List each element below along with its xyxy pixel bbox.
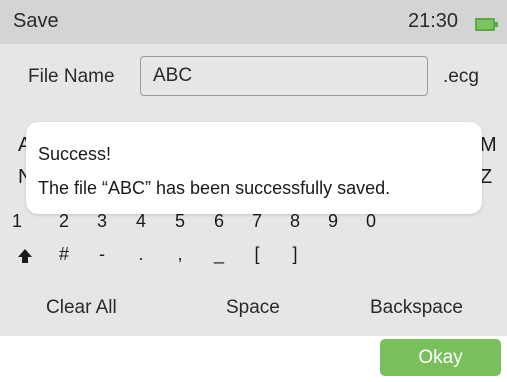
okay-button[interactable]: Okay <box>380 339 501 376</box>
status-bar: Save 21:30 <box>0 0 507 44</box>
key-0[interactable]: 0 <box>359 211 383 232</box>
save-screen: Save 21:30 File Name ABC .ecg A N M Z 1 … <box>0 0 507 382</box>
screen-title: Save <box>13 10 59 32</box>
key-comma[interactable]: , <box>168 244 192 265</box>
key-2[interactable]: 2 <box>52 211 76 232</box>
key-period[interactable]: . <box>129 244 153 265</box>
key-7[interactable]: 7 <box>245 211 269 232</box>
key-dash[interactable]: - <box>90 244 114 265</box>
key-hash[interactable]: # <box>52 244 76 265</box>
key-3[interactable]: 3 <box>90 211 114 232</box>
key-left-bracket[interactable]: [ <box>245 244 269 265</box>
key-9[interactable]: 9 <box>321 211 345 232</box>
number-key-row: 1 2 3 4 5 6 7 8 9 0 <box>0 211 507 241</box>
key-underscore[interactable]: _ <box>207 244 231 265</box>
key-m[interactable]: M <box>480 134 497 157</box>
file-name-label: File Name <box>28 66 115 87</box>
key-8[interactable]: 8 <box>283 211 307 232</box>
key-4[interactable]: 4 <box>129 211 153 232</box>
file-extension-label: .ecg <box>443 66 479 87</box>
backspace-button[interactable]: Backspace <box>370 297 463 319</box>
clear-all-button[interactable]: Clear All <box>46 297 117 319</box>
space-button[interactable]: Space <box>226 297 280 319</box>
key-right-bracket[interactable]: ] <box>283 244 307 265</box>
dialog-message: The file “ABC” has been successfully sav… <box>38 178 391 198</box>
dialog-title: Success! <box>38 144 112 164</box>
file-name-input[interactable]: ABC <box>140 56 428 96</box>
clock-time: 21:30 <box>408 10 459 32</box>
battery-icon <box>475 18 498 31</box>
key-1[interactable]: 1 <box>5 211 29 232</box>
success-dialog: Success! The file “ABC” has been success… <box>26 122 482 214</box>
key-6[interactable]: 6 <box>207 211 231 232</box>
key-5[interactable]: 5 <box>168 211 192 232</box>
symbol-key-row: # - . , _ [ ] <box>0 244 507 274</box>
